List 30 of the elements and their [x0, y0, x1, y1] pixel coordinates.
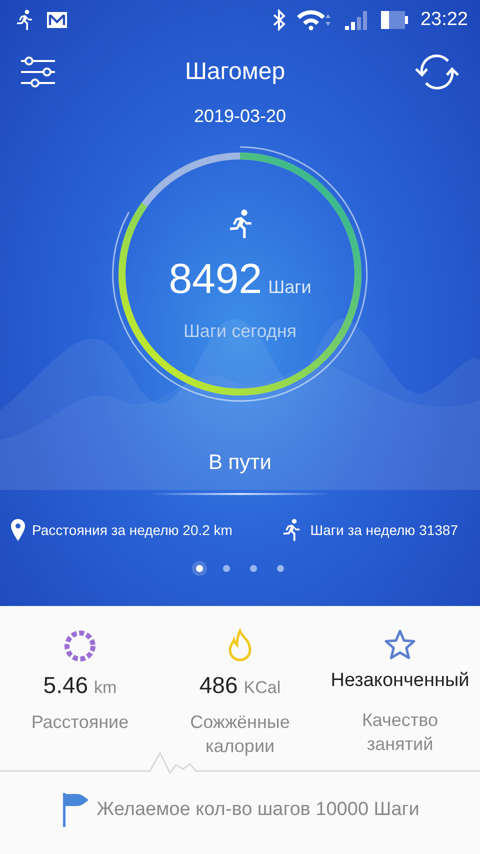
battery-icon	[380, 10, 410, 30]
step-unit: Шаги	[268, 276, 312, 298]
page-dot[interactable]	[277, 565, 284, 572]
goal-text: Желаемое кол-во шагов 10000 Шаги	[96, 799, 420, 821]
stat-value: Незаконченный	[330, 670, 470, 692]
app-title: Шагомер	[184, 58, 286, 86]
stat-value: 5.46	[43, 672, 88, 699]
bluetooth-icon	[272, 9, 286, 31]
location-pin-icon	[10, 518, 26, 542]
weekly-stat: Шаги за неделю 31387	[310, 522, 458, 538]
status-time: 23:22	[420, 9, 468, 31]
steps-caption: Шаги сегодня	[183, 320, 297, 342]
dashed-ring-icon	[62, 628, 98, 664]
stat-unit: KCal	[244, 678, 281, 698]
stat-label: Сожжённые калории	[189, 711, 291, 758]
page-dot[interactable]	[196, 565, 203, 572]
stat-label: Качество занятий	[360, 709, 440, 756]
weekly-stat: Расстояния за неделю 20.2 km	[32, 522, 232, 538]
settings-icon[interactable]	[20, 56, 56, 88]
star-icon	[383, 628, 417, 662]
stat-unit: km	[94, 678, 117, 698]
date-label: 2019-03-20	[194, 106, 286, 127]
page-dot[interactable]	[250, 565, 257, 572]
sync-icon[interactable]	[414, 52, 460, 92]
step-count: 8492	[168, 254, 262, 302]
stat-value: 486	[199, 672, 238, 699]
mail-icon	[46, 11, 68, 29]
page-dot[interactable]	[223, 565, 230, 572]
stat-label: Расстояние	[30, 711, 130, 734]
activity-state: В пути	[208, 451, 272, 475]
